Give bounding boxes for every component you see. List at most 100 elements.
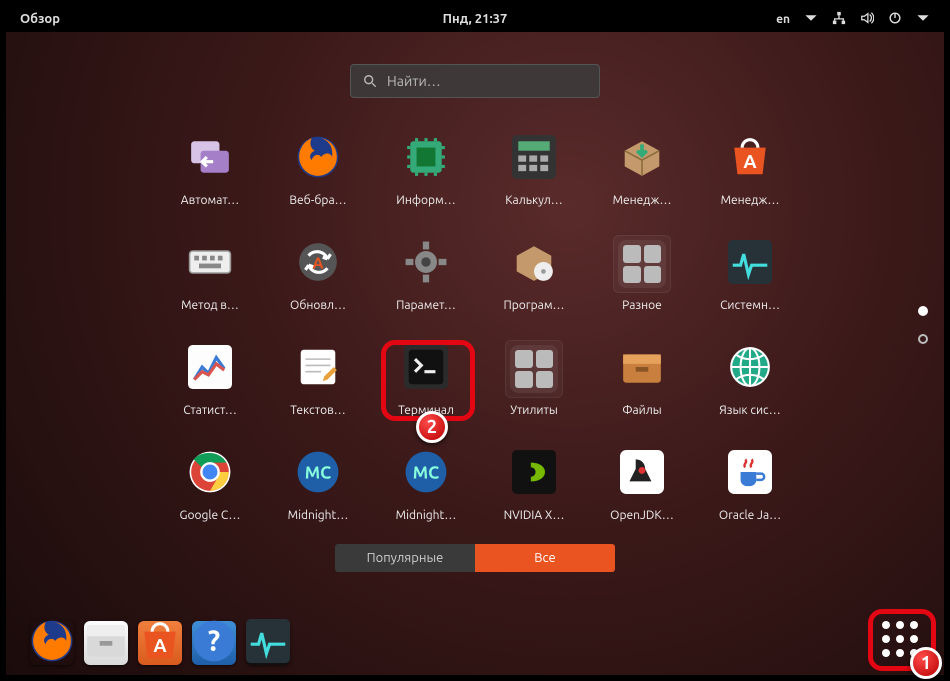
help-icon: [192, 619, 236, 667]
app-label: Google C…: [180, 509, 241, 522]
app-archive[interactable]: Менедж…: [597, 130, 687, 207]
app-label: Статист…: [183, 404, 237, 417]
app-mc1[interactable]: Midnight…: [273, 445, 363, 522]
app-label: Програм…: [503, 299, 564, 312]
app-powerstats[interactable]: Статист…: [165, 340, 255, 417]
app-language[interactable]: Язык сис…: [705, 340, 795, 417]
page-dot-1[interactable]: [918, 306, 928, 316]
ecg-icon: [246, 619, 290, 667]
folder-icon: [618, 240, 666, 288]
app-label: Парамет…: [396, 299, 456, 312]
firefox-icon: [30, 619, 74, 667]
app-openjdk[interactable]: OpenJDK…: [597, 445, 687, 522]
app-label: Метод в…: [181, 299, 239, 312]
app-startup[interactable]: Автомат…: [165, 130, 255, 207]
terminal-icon: [404, 345, 448, 393]
search-placeholder: Найти…: [387, 73, 441, 89]
window-arrow-icon: [188, 135, 232, 183]
app-label: Oracle Ja…: [719, 509, 781, 522]
dock-software[interactable]: [138, 621, 182, 665]
dock-help[interactable]: [192, 621, 236, 665]
sound-icon[interactable]: [860, 11, 874, 28]
app-sysinfo[interactable]: Информ…: [381, 130, 471, 207]
java-cup-icon: [728, 450, 772, 498]
app-label: Калькул…: [505, 194, 562, 207]
app-label: Midnight…: [396, 509, 457, 522]
drawer-icon: [620, 345, 664, 393]
calc-icon: [512, 135, 556, 183]
app-calculator[interactable]: Калькул…: [489, 130, 579, 207]
bag-a-icon: [138, 619, 182, 667]
app-firefox[interactable]: Веб-бра…: [273, 130, 363, 207]
bag-a-icon: [728, 135, 772, 183]
folder-misc[interactable]: Разное: [597, 235, 687, 312]
app-mc2[interactable]: Midnight…: [381, 445, 471, 522]
globe-icon: [728, 345, 772, 393]
app-terminal[interactable]: Терминал: [381, 340, 471, 417]
mc-icon: [296, 450, 340, 498]
search-input[interactable]: Найти…: [350, 64, 600, 98]
ecg-icon: [728, 240, 772, 288]
network-icon[interactable]: [832, 11, 846, 28]
activities-button[interactable]: Обзор: [20, 12, 60, 26]
app-label: Информ…: [396, 194, 455, 207]
chip-icon: [404, 135, 448, 183]
app-label: Менедж…: [721, 194, 780, 207]
folder-utilities[interactable]: Утилиты: [489, 340, 579, 417]
apps-tabs: Популярные Все: [6, 544, 944, 572]
folder-icon: [510, 345, 558, 393]
keyboard-icon: [188, 240, 232, 288]
app-files[interactable]: Файлы: [597, 340, 687, 417]
app-label: Веб-бра…: [289, 194, 346, 207]
tab-all[interactable]: Все: [475, 544, 615, 572]
app-label: NVIDIA X…: [504, 509, 565, 522]
app-label: Файлы: [622, 404, 661, 417]
dock-files[interactable]: [84, 621, 128, 665]
gear-icon: [404, 240, 448, 288]
top-bar: Обзор Пнд, 21:37 en: [6, 6, 944, 32]
box-cd-icon: [512, 240, 556, 288]
app-label: Менедж…: [613, 194, 672, 207]
power-dropdown-icon[interactable]: [916, 11, 930, 28]
mc-icon: [404, 450, 448, 498]
box-down-icon: [620, 135, 664, 183]
annotation-badge-2: 2: [416, 411, 448, 443]
app-input-method[interactable]: Метод в…: [165, 235, 255, 312]
app-nvidia[interactable]: NVIDIA X…: [489, 445, 579, 522]
app-label: Утилиты: [510, 404, 558, 417]
app-label: Системн…: [720, 299, 780, 312]
app-gedit[interactable]: Текстов…: [273, 340, 363, 417]
app-chrome[interactable]: Google C…: [165, 445, 255, 522]
nvidia-icon: [512, 450, 556, 498]
page-dot-2[interactable]: [918, 334, 928, 344]
clock[interactable]: Пнд, 21:37: [443, 12, 508, 26]
app-software[interactable]: Менедж…: [705, 130, 795, 207]
chrome-icon: [188, 450, 232, 498]
refresh-a-icon: [296, 240, 340, 288]
app-label: Midnight…: [288, 509, 349, 522]
app-sysmonitor[interactable]: Системн…: [705, 235, 795, 312]
annotation-badge-1: 1: [910, 647, 942, 679]
notepad-icon: [296, 345, 340, 393]
app-updater[interactable]: Обновл…: [273, 235, 363, 312]
java-duke-icon: [620, 450, 664, 498]
layout-dropdown-icon[interactable]: [804, 11, 818, 28]
dock: [30, 621, 290, 665]
keyboard-layout-indicator[interactable]: en: [776, 13, 790, 26]
app-software-prop[interactable]: Програм…: [489, 235, 579, 312]
firefox-icon: [296, 135, 340, 183]
page-indicator: [918, 306, 928, 344]
app-oraclejava[interactable]: Oracle Ja…: [705, 445, 795, 522]
dock-sysmon[interactable]: [246, 621, 290, 665]
tab-popular[interactable]: Популярные: [335, 544, 475, 572]
app-label: Язык сис…: [719, 404, 780, 417]
app-label: Обновл…: [290, 299, 346, 312]
app-label: Текстов…: [290, 404, 345, 417]
chart-icon: [188, 345, 232, 393]
app-label: OpenJDK…: [610, 509, 674, 522]
dock-firefox[interactable]: [30, 621, 74, 665]
power-icon[interactable]: [888, 11, 902, 28]
drawer-s-icon: [84, 619, 128, 667]
search-icon: [363, 74, 377, 88]
app-settings[interactable]: Парамет…: [381, 235, 471, 312]
